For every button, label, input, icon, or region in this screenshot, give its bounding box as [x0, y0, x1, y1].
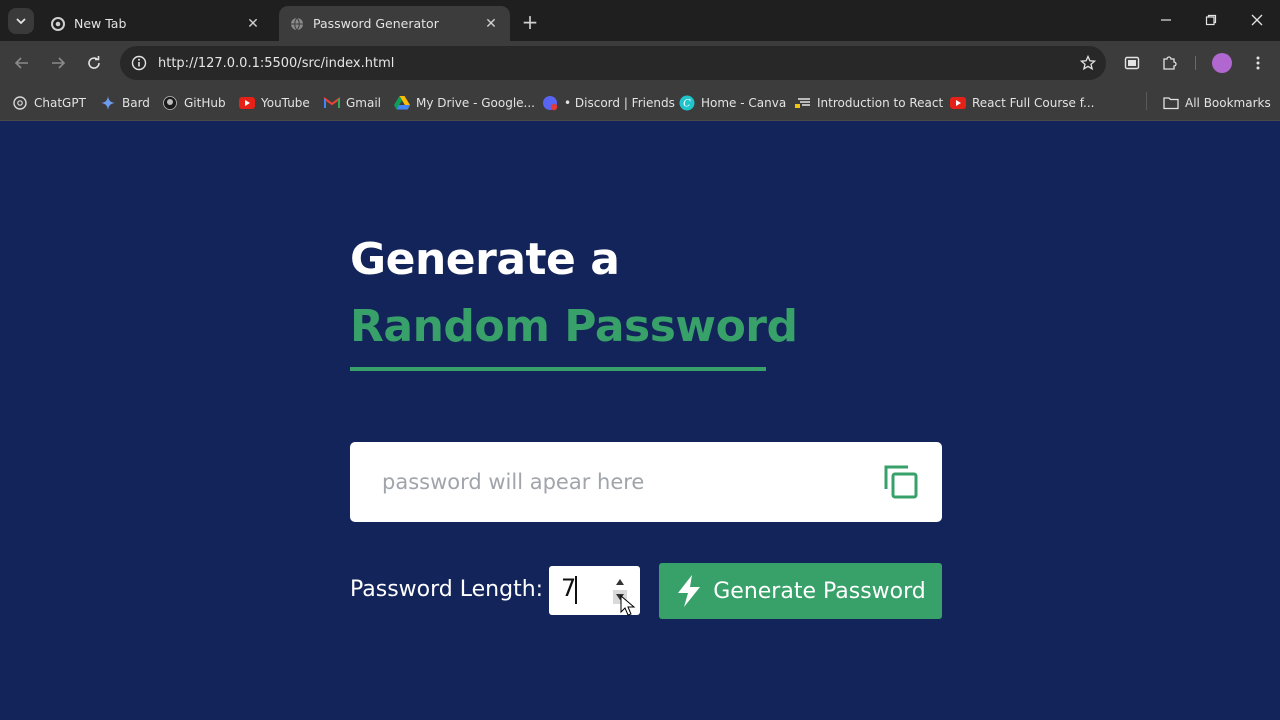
browser-toolbar: http://127.0.0.1:5500/src/index.html: [0, 41, 1280, 85]
bookmark-my-drive[interactable]: My Drive - Google...: [394, 93, 535, 113]
doc-icon: [795, 95, 811, 111]
tab-title: Password Generator: [313, 16, 439, 31]
folder-icon: [1163, 95, 1179, 111]
chatgpt-icon: [12, 95, 28, 111]
youtube-icon: [950, 95, 966, 111]
globe-icon: [289, 16, 305, 32]
bookmark-canva[interactable]: C Home - Canva: [679, 93, 786, 113]
copy-button[interactable]: [882, 463, 920, 501]
all-bookmarks[interactable]: All Bookmarks: [1163, 93, 1271, 113]
bookmark-intro-react[interactable]: Introduction to React: [795, 93, 943, 113]
svg-text:C: C: [683, 99, 691, 110]
lightning-bolt-icon: [675, 575, 703, 607]
restore-button[interactable]: [1197, 8, 1225, 32]
extensions-button[interactable]: [1157, 51, 1181, 75]
generate-password-button[interactable]: Generate Password: [659, 563, 942, 619]
chevron-down-icon: [16, 18, 26, 25]
drive-icon: [394, 95, 410, 111]
mouse-pointer-icon: [620, 595, 636, 616]
forward-button[interactable]: [46, 51, 70, 75]
password-length-value: 7: [561, 574, 577, 602]
puzzle-icon: [1163, 56, 1177, 70]
bookmark-label: GitHub: [184, 96, 226, 110]
password-length-label: Password Length:: [350, 577, 544, 602]
sidepanel-button[interactable]: [1120, 51, 1144, 75]
bookmark-label: My Drive - Google...: [416, 96, 535, 110]
arrow-right-icon: [52, 57, 66, 69]
address-bar[interactable]: http://127.0.0.1:5500/src/index.html: [120, 46, 1106, 80]
tab-search-button[interactable]: [8, 8, 34, 34]
bookmarks-divider: [1146, 92, 1147, 110]
bookmarks-bar: ChatGPT Bard GitHub YouTube Gmail My Dri…: [0, 85, 1280, 121]
bookmark-label: Bard: [122, 96, 150, 110]
bookmark-label: Introduction to React: [817, 96, 944, 110]
bookmark-chatgpt[interactable]: ChatGPT: [12, 93, 86, 113]
minimize-button[interactable]: [1152, 8, 1180, 32]
spinner-up-button[interactable]: [613, 576, 627, 588]
bookmark-star-icon[interactable]: [1070, 55, 1106, 71]
window-close-button[interactable]: [1243, 8, 1271, 32]
tab-bar: New Tab ✕ Password Generator ✕ +: [0, 0, 1280, 41]
tab-password-generator[interactable]: Password Generator ✕: [279, 6, 510, 41]
bookmark-label: ChatGPT: [34, 96, 86, 110]
password-output-box: [350, 442, 942, 522]
arrow-left-icon: [14, 57, 28, 69]
chrome-icon: [50, 16, 66, 32]
bookmark-label: Home - Canva: [701, 96, 787, 110]
close-icon[interactable]: ✕: [244, 15, 262, 33]
new-tab-button[interactable]: +: [518, 10, 542, 34]
minimize-icon: [1161, 19, 1171, 21]
bookmark-label: • Discord | Friends: [564, 96, 675, 110]
copy-icon: [884, 465, 918, 499]
heading-line-1: Generate a: [350, 234, 620, 285]
heading-line-2: Random Password: [350, 301, 798, 352]
sidepanel-icon: [1124, 56, 1140, 70]
profile-avatar[interactable]: [1212, 53, 1232, 73]
password-output-field[interactable]: [382, 464, 862, 500]
generate-button-label: Generate Password: [713, 578, 926, 604]
restore-icon: [1205, 14, 1217, 26]
github-icon: [162, 95, 178, 111]
bookmark-label: YouTube: [261, 96, 310, 110]
bookmark-bard[interactable]: Bard: [100, 93, 150, 113]
bookmark-discord[interactable]: • Discord | Friends: [542, 93, 675, 113]
bookmark-label: React Full Course f...: [972, 96, 1095, 110]
discord-icon: [542, 95, 558, 111]
bookmark-label: Gmail: [346, 96, 382, 110]
bard-sparkle-icon: [100, 95, 116, 111]
kebab-menu-icon: [1256, 56, 1260, 70]
toolbar-divider: [1195, 56, 1196, 70]
bookmark-github[interactable]: GitHub: [162, 93, 226, 113]
text-caret: [575, 576, 577, 604]
close-icon: [1251, 14, 1263, 26]
bookmark-gmail[interactable]: Gmail: [324, 93, 381, 113]
heading-underline: [350, 367, 766, 371]
back-button[interactable]: [10, 51, 34, 75]
site-info-icon[interactable]: [122, 55, 156, 71]
reload-icon: [88, 56, 100, 69]
bookmark-youtube[interactable]: YouTube: [239, 93, 310, 113]
menu-button[interactable]: [1246, 51, 1270, 75]
url-text[interactable]: http://127.0.0.1:5500/src/index.html: [158, 56, 1070, 71]
page-content: Generate a Random Password Password Leng…: [0, 122, 1280, 720]
reload-button[interactable]: [82, 51, 106, 75]
all-bookmarks-label: All Bookmarks: [1185, 96, 1271, 110]
close-icon[interactable]: ✕: [482, 15, 500, 33]
triangle-up-icon: [616, 579, 624, 585]
youtube-icon: [239, 95, 255, 111]
bookmark-react-course[interactable]: React Full Course f...: [950, 93, 1095, 113]
gmail-icon: [324, 95, 340, 111]
canva-icon: C: [679, 95, 695, 111]
tab-title: New Tab: [74, 16, 127, 31]
tab-new-tab[interactable]: New Tab ✕: [40, 6, 272, 41]
